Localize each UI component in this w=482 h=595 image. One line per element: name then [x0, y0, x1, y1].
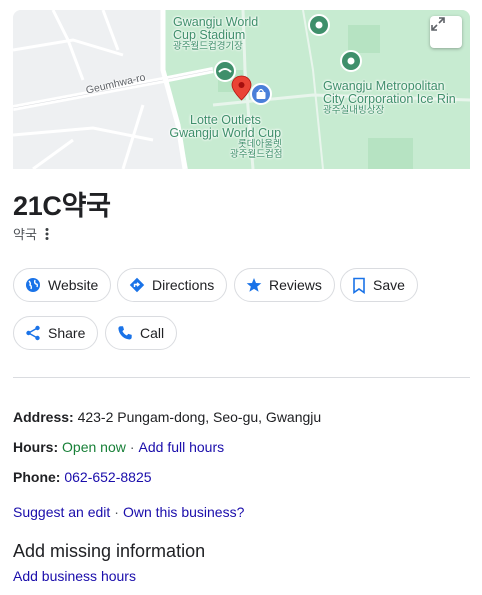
more-options-icon[interactable] [45, 227, 57, 241]
phone-icon [118, 326, 132, 340]
missing-info-heading: Add missing information [13, 541, 206, 561]
website-button[interactable]: Website [13, 268, 112, 302]
star-icon [246, 278, 262, 292]
hours-status: Open now [62, 439, 126, 455]
directions-icon [129, 277, 145, 293]
map-preview[interactable]: Gwangju World Cup Stadium 광주월드컵경기장 Geumh… [13, 10, 470, 169]
hours-label: Hours: [13, 439, 59, 455]
website-label: Website [48, 277, 99, 293]
category-row: 약국 [13, 224, 57, 243]
reviews-label: Reviews [269, 277, 322, 293]
business-name: 21C약국 [13, 191, 111, 221]
expand-icon [431, 17, 445, 31]
section-divider [13, 377, 470, 378]
reviews-button[interactable]: Reviews [234, 268, 335, 302]
address-label: Address: [13, 409, 74, 425]
suggest-edit-link[interactable]: Suggest an edit [13, 504, 110, 520]
stadium-poi-icon [214, 60, 236, 82]
globe-icon [26, 278, 40, 292]
business-category[interactable]: 약국 [13, 224, 37, 243]
map-label-ice-rink: Gwangju Metropolitan City Corporation Ic… [323, 79, 456, 117]
expand-map-button[interactable] [430, 16, 462, 48]
add-business-hours-link[interactable]: Add business hours [13, 568, 136, 584]
call-label: Call [140, 325, 165, 341]
call-button[interactable]: Call [105, 316, 178, 350]
share-label: Share [48, 325, 86, 341]
save-button[interactable]: Save [340, 268, 418, 302]
bookmark-icon [353, 277, 365, 294]
phone-row: Phone: 062-652-8825 [13, 469, 152, 485]
share-icon [26, 325, 40, 341]
address-value[interactable]: 423-2 Pungam-dong, Seo-gu, Gwangju [78, 409, 322, 425]
stadium-label-korean: 광주월드컵경기장 [173, 41, 243, 53]
phone-label: Phone: [13, 469, 61, 485]
address-row: Address: 423-2 Pungam-dong, Seo-gu, Gwan… [13, 409, 321, 425]
map-label-stadium: Gwangju World Cup Stadium 광주월드컵경기장 [173, 15, 258, 53]
phone-number-link[interactable]: 062-652-8825 [64, 469, 151, 485]
directions-button[interactable]: Directions [117, 268, 228, 302]
share-button[interactable]: Share [13, 316, 99, 350]
outlets-label-korean2: 광주월드컵점 [230, 149, 283, 161]
ice-rink-label-korean: 광주실내빙상장 [323, 105, 385, 117]
add-full-hours-link[interactable]: Add full hours [139, 439, 225, 455]
save-label: Save [373, 277, 405, 293]
edit-row: Suggest an edit · Own this business? [13, 504, 244, 520]
edit-separator: · [114, 504, 119, 520]
hours-separator: · [129, 439, 135, 455]
own-business-link[interactable]: Own this business? [123, 504, 244, 520]
directions-label: Directions [152, 277, 215, 293]
map-label-outlets: Lotte Outlets Gwangju World Cup 롯데아울렛 광주… [168, 113, 283, 161]
hours-row: Hours: Open now · Add full hours [13, 439, 224, 455]
